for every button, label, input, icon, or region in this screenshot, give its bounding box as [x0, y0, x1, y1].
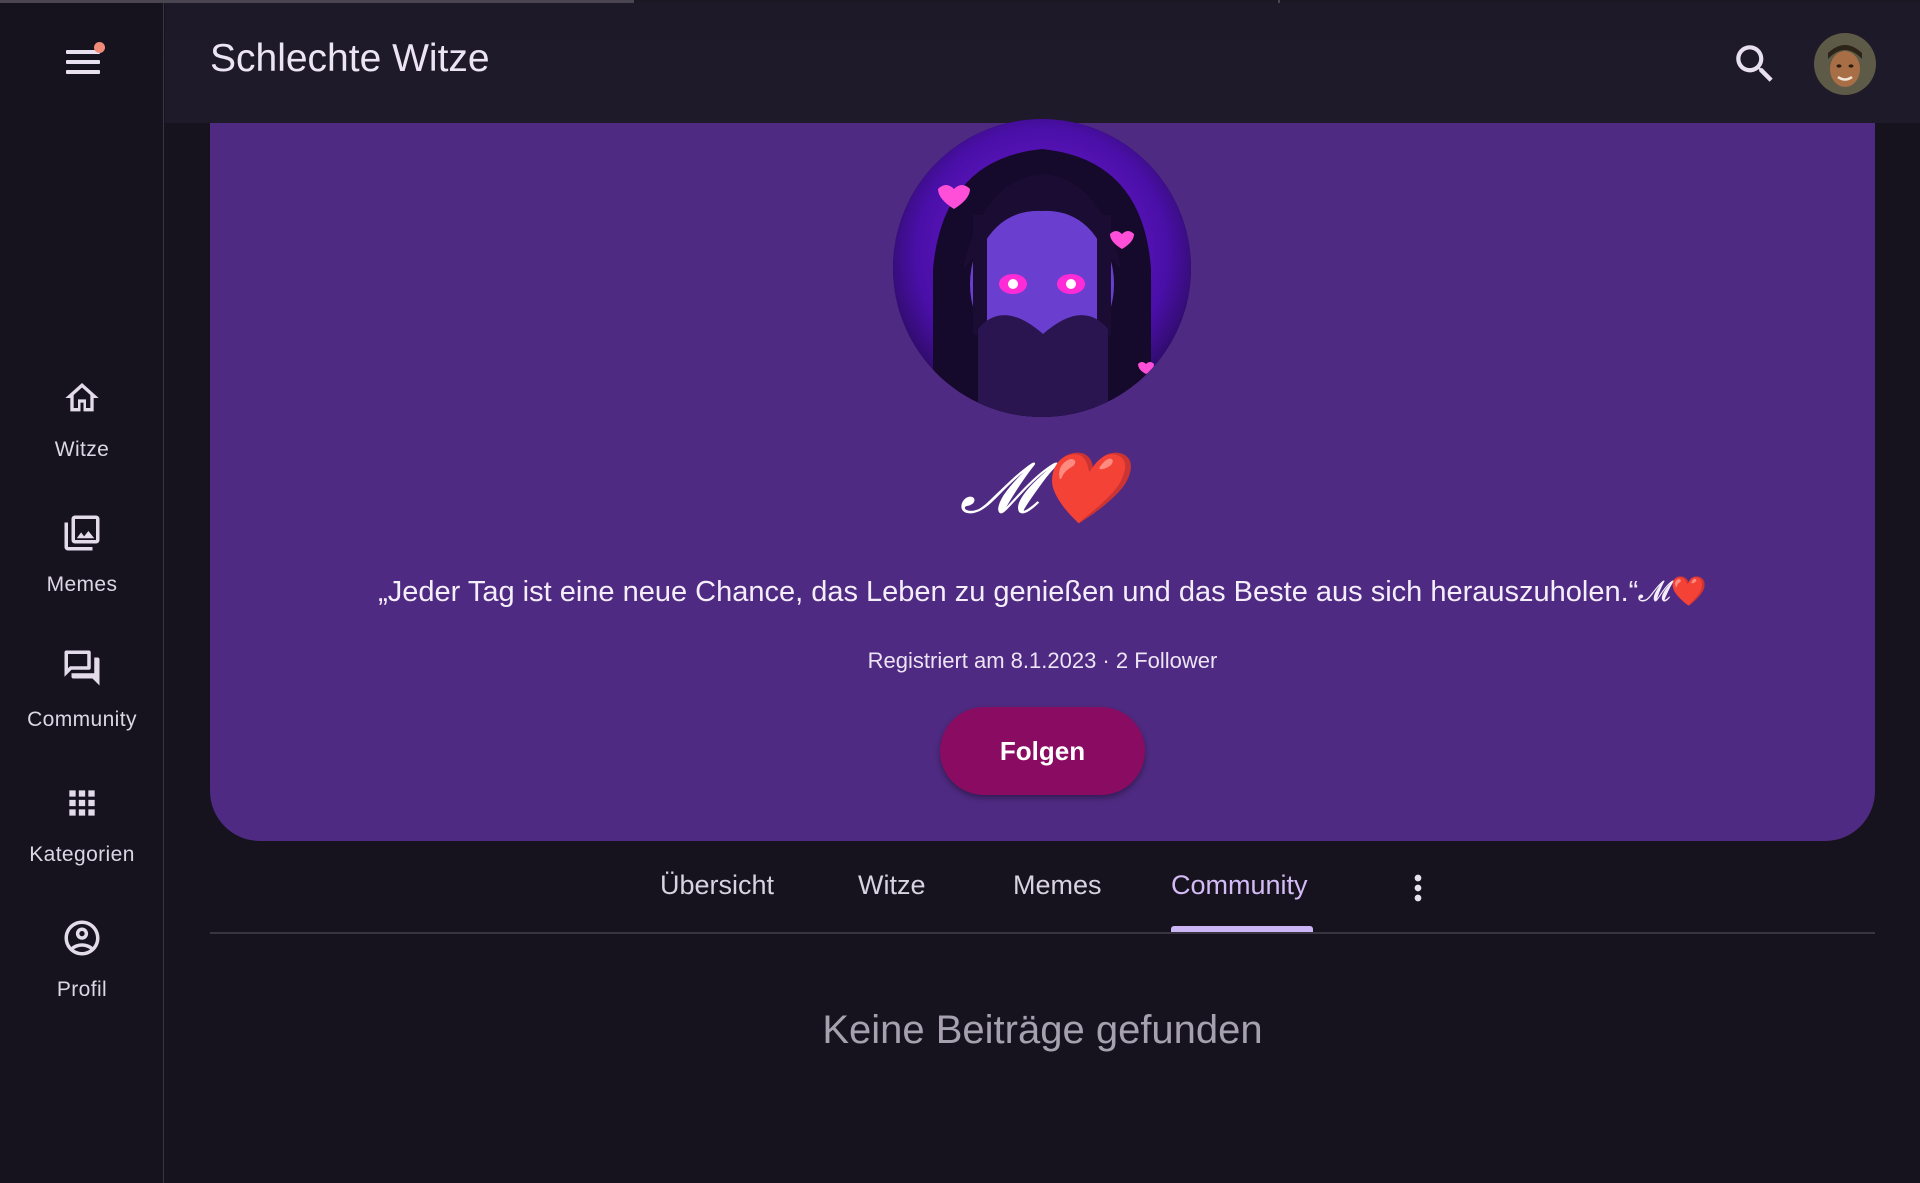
notification-dot — [94, 42, 105, 53]
more-tabs-button[interactable] — [1398, 868, 1438, 908]
tab-witze[interactable]: Witze — [858, 870, 926, 901]
app-title: Schlechte Witze — [210, 37, 490, 80]
loading-progress-marker — [1278, 0, 1280, 3]
sidebar-item-profil[interactable]: Profil — [0, 916, 164, 1026]
profile-avatar — [893, 119, 1191, 417]
profile-meta: Registriert am 8.1.2023 · 2 Follower — [867, 648, 1218, 673]
search-button[interactable] — [1730, 39, 1780, 89]
sidebar-item-label: Community — [27, 708, 137, 731]
image-gallery-icon — [60, 511, 104, 555]
loading-progress-fill — [0, 0, 634, 3]
profile-name-text: 𝓜 — [959, 451, 1039, 528]
profile-bio: „Jeder Tag ist eine neue Chance, das Leb… — [378, 576, 1707, 608]
sidebar-item-label: Kategorien — [29, 843, 135, 866]
top-app-bar: Schlechte Witze — [165, 3, 1920, 123]
tab-memes[interactable]: Memes — [1013, 870, 1102, 901]
sidebar-item-label: Witze — [54, 438, 110, 461]
sidebar-item-label: Memes — [46, 573, 118, 596]
navigation-rail: Witze Memes Community Kategorien Profil — [0, 0, 164, 1183]
profile-tabs: Übersicht Witze Memes Community — [210, 842, 1875, 934]
tab-uebersicht[interactable]: Übersicht — [660, 870, 774, 901]
more-vert-icon — [1398, 874, 1438, 912]
heart-emoji: ❤️ — [1038, 451, 1126, 528]
menu-button[interactable] — [58, 42, 108, 82]
forum-icon — [60, 646, 104, 690]
loading-progress-bar — [0, 0, 1920, 3]
sidebar-item-kategorien[interactable]: Kategorien — [0, 781, 164, 891]
empty-state-message: Keine Beiträge gefunden — [822, 1008, 1263, 1052]
grid-icon — [60, 781, 104, 825]
tab-community[interactable]: Community — [1171, 870, 1308, 901]
sidebar-item-memes[interactable]: Memes — [0, 511, 164, 621]
profile-display-name: 𝓜❤️ — [210, 448, 1875, 530]
sidebar-item-witze[interactable]: Witze — [0, 376, 164, 486]
sidebar-item-community[interactable]: Community — [0, 646, 164, 756]
active-tab-indicator — [1171, 926, 1313, 932]
sidebar-item-label: Profil — [56, 978, 108, 1001]
user-avatar[interactable] — [1814, 33, 1876, 95]
account-circle-icon — [60, 916, 104, 960]
follow-button[interactable]: Folgen — [940, 707, 1145, 795]
profile-header-card: 𝓜❤️ „Jeder Tag ist eine neue Chance, das… — [210, 119, 1875, 841]
home-icon — [60, 376, 104, 420]
search-icon — [1730, 45, 1780, 93]
